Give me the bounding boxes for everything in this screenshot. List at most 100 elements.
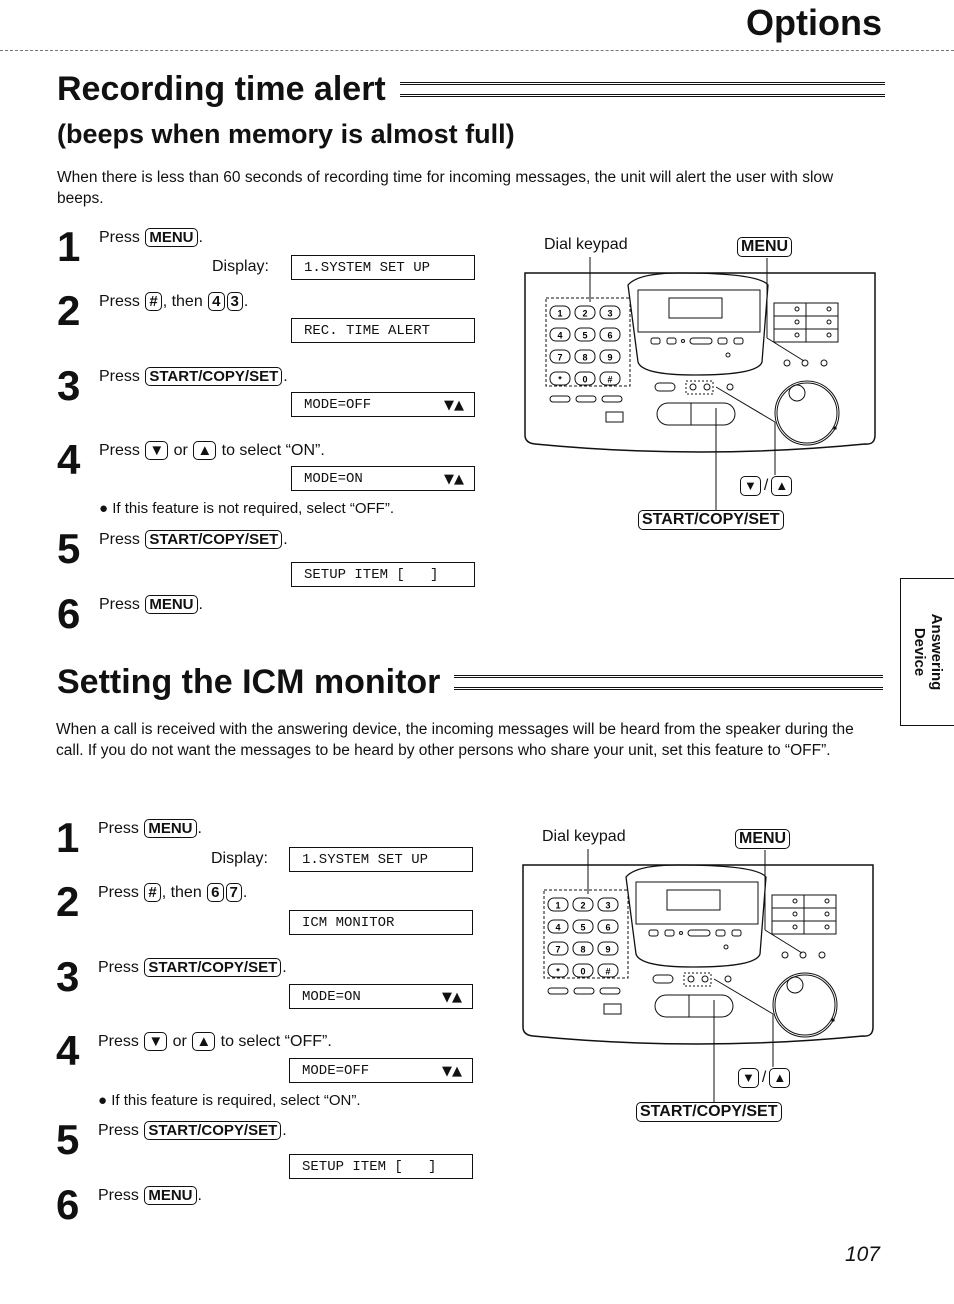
lcd-display: MODE=ON ▼▲ — [291, 466, 475, 491]
lcd-text: MODE=ON — [302, 989, 361, 1005]
keypad-key: 5 — [572, 919, 594, 934]
step-number: 4 — [57, 436, 81, 483]
key-button: START/COPY/SET — [145, 530, 283, 549]
step-number: 2 — [57, 287, 81, 334]
key-button: 4 — [208, 292, 225, 311]
title-rule — [399, 82, 885, 97]
section-subtitle: (beeps when memory is almost full) — [57, 119, 515, 149]
display-label: Display: — [211, 850, 268, 867]
svg-text:8: 8 — [582, 353, 587, 363]
key-button: ▲ — [193, 441, 217, 460]
step-text: Press — [98, 959, 144, 976]
step-instruction: Press #, then 43. — [99, 292, 248, 311]
up-arrow-key: ▲ — [769, 1068, 791, 1088]
display-label: Display: — [212, 258, 269, 275]
step-text: Press — [99, 531, 145, 548]
keypad-key: 5 — [574, 327, 596, 342]
section-title-text: Setting the ICM monitor — [57, 663, 441, 701]
step-text: . — [197, 820, 202, 837]
section-title-recording-time-alert: Recording time alert — [57, 70, 885, 109]
key-button: MENU — [144, 819, 197, 838]
svg-text:9: 9 — [607, 353, 612, 363]
step-number: 5 — [57, 525, 81, 572]
section-title-icm-monitor: Setting the ICM monitor — [57, 663, 883, 702]
manual-page: Options Recording time alert (beeps when… — [0, 0, 954, 1304]
keypad-key: 6 — [597, 919, 619, 934]
keypad-key: 4 — [547, 919, 569, 934]
chapter-title: Options — [746, 2, 882, 43]
svg-text:9: 9 — [605, 945, 610, 955]
step-number: 3 — [56, 953, 80, 1000]
step-instruction: Press #, then 67. — [98, 883, 247, 902]
lcd-text: MODE=ON — [304, 471, 363, 487]
svg-text:0: 0 — [582, 375, 587, 385]
fax-control-panel-illustration: 1 2 3 4 5 6 7 8 9 * 0 # Dial keypad MENU ▼ / ▲ STAR… — [518, 822, 878, 1122]
svg-text:8: 8 — [580, 945, 585, 955]
lcd-display: REC. TIME ALERT — [291, 318, 475, 343]
separator: / — [763, 477, 769, 494]
key-button: 3 — [226, 292, 243, 311]
svg-text:2: 2 — [582, 309, 587, 319]
lcd-arrows: ▼▲ — [442, 1064, 462, 1079]
svg-text:0: 0 — [580, 967, 585, 977]
step-text: . — [243, 293, 249, 310]
keypad-key: 2 — [574, 305, 596, 320]
keypad-key: 1 — [547, 897, 569, 912]
side-tab-line1: Answering — [928, 613, 945, 691]
svg-text:3: 3 — [607, 309, 612, 319]
svg-text:7: 7 — [557, 353, 562, 363]
step-instruction: Press MENU. — [99, 595, 203, 614]
step-instruction: Press ▼ or ▲ to select “OFF”. — [98, 1032, 332, 1051]
lcd-text: SETUP ITEM [ ] — [304, 567, 439, 583]
lcd-display: 1.SYSTEM SET UP — [289, 847, 473, 872]
key-button: ▲ — [192, 1032, 216, 1051]
lcd-display: MODE=OFF ▼▲ — [289, 1058, 473, 1083]
page-number: 107 — [844, 1243, 880, 1266]
key-button: # — [144, 883, 161, 902]
step-number: 1 — [56, 814, 80, 861]
svg-text:5: 5 — [582, 331, 587, 341]
key-button: START/COPY/SET — [145, 367, 283, 386]
header-divider — [0, 50, 954, 51]
step-text: or — [169, 442, 193, 459]
lcd-text: REC. TIME ALERT — [304, 323, 431, 339]
section-title-text: Recording time alert — [57, 70, 386, 108]
step-text: Press — [98, 820, 144, 837]
key-button: ▼ — [144, 1032, 168, 1051]
arrow-keys-label: ▼ / ▲ — [740, 476, 793, 496]
keypad-key: 8 — [572, 941, 594, 956]
lcd-text: MODE=OFF — [304, 397, 372, 413]
lcd-arrows: ▼▲ — [444, 472, 464, 487]
svg-text:4: 4 — [557, 331, 562, 341]
dial-keypad-label: Dial keypad — [542, 828, 626, 845]
step-text: Press — [98, 1187, 144, 1204]
svg-text:*: * — [556, 967, 560, 977]
key-button: MENU — [145, 595, 198, 614]
keypad-key: * — [547, 963, 569, 978]
keypad-key: # — [599, 371, 621, 386]
menu-button-label: MENU — [737, 237, 793, 257]
step-text: Press — [99, 368, 145, 385]
step-text: Press — [98, 1122, 144, 1139]
step-text: . — [242, 884, 248, 901]
fax-control-panel-illustration: 1 2 3 4 5 6 7 8 9 * 0 # Dial keypad MENU ▼ / ▲ STAR… — [520, 230, 880, 530]
svg-text:2: 2 — [580, 901, 585, 911]
step-instruction: Press START/COPY/SET. — [98, 958, 287, 977]
separator: / — [761, 1069, 767, 1086]
step-number: 2 — [56, 878, 80, 925]
keypad-key: 7 — [549, 349, 571, 364]
step-number: 6 — [57, 590, 81, 637]
keypad-key: * — [549, 371, 571, 386]
section-intro: When a call is received with the answeri… — [56, 721, 854, 759]
lcd-text: ICM MONITOR — [302, 915, 395, 931]
step-number: 6 — [56, 1181, 80, 1228]
arrow-keys-label: ▼ / ▲ — [738, 1068, 791, 1088]
lcd-display: MODE=OFF ▼▲ — [291, 392, 475, 417]
key-button: START/COPY/SET — [144, 1121, 282, 1140]
key-button: # — [145, 292, 162, 311]
step-text: Press — [98, 1033, 144, 1050]
keypad-key: 3 — [599, 305, 621, 320]
step-text: , then — [162, 293, 208, 310]
keypad-key: 0 — [572, 963, 594, 978]
lcd-text: SETUP ITEM [ ] — [302, 1159, 437, 1175]
